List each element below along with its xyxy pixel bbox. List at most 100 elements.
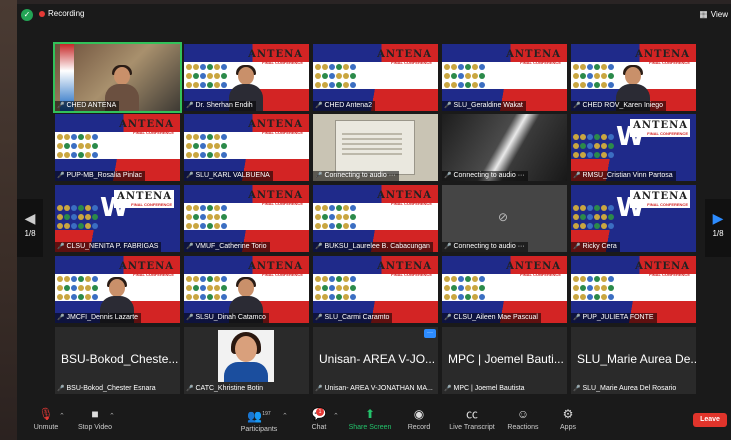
recording-indicator[interactable]: Recording [39,9,84,18]
participant-tile[interactable]: ANTENA FINAL CONFERENCE 🎤 SLU_Geraldine Wak… [442,44,567,111]
microphone-muted-icon: 🎤 [315,103,323,109]
participant-name-label: 🎤 Dr. Sherhan Endih [184,101,256,111]
live-transcript-button[interactable]: ㏄ Live Transcript [445,406,499,431]
microphone-muted-icon: 🎤 [573,315,581,321]
participant-name-label: 🎤 Connecting to audio ··· [313,171,399,181]
participant-tile[interactable]: ANTENA FINAL CONFERENCE 🎤 PUP-MB_Rosalia Pi… [55,114,180,181]
microphone-muted-icon: 🎤 [444,103,452,109]
participant-name-label: 🎤 Ricky Cera [571,242,620,252]
chat-options-chevron-icon[interactable]: ⌃ [333,412,339,420]
participants-button[interactable]: 👥197 Participants [239,406,279,433]
participant-tile[interactable]: BSU-Bokod_Cheste... 🎤 BSU-Bokod_Chester Es… [55,327,180,394]
participant-tile[interactable]: ANTENA FINAL CONFERENCE 🎤 SLU_Carmi Caramto [313,256,438,323]
chevron-left-icon: ◀ [24,210,36,226]
participant-tile[interactable]: ANTENA FINAL CONFERENCE 🎤 PUP_JULIETA FONTE [571,256,696,323]
record-label: Record [407,424,431,431]
microphone-muted-icon: 🎤 [186,315,194,321]
microphone-muted-icon: 🎤 [186,173,194,179]
slide-title: ANTENA FINAL CONFERENCE [248,49,303,65]
participant-tile[interactable]: SLU_Marie Aurea De... 🎤 SLU_Marie Aurea De… [571,327,696,394]
background-room [0,0,17,440]
participant-name-label: 🎤 SLU_Marie Aurea Del Rosario [573,385,677,392]
slide-title: ANTENA FINAL CONFERENCE [114,190,174,208]
participant-name-label: 🎤 CLSU_NENITA P. FABRIGAS [55,242,162,252]
previous-page-button[interactable]: ◀ 1/8 [17,199,43,257]
participant-name-label: 🎤 PUP-MB_Rosalia Pinlac [55,171,145,181]
microphone-muted-icon: 🎤 [57,386,65,392]
participant-tile[interactable]: ⊘ 🎤 Connecting to audio ··· [442,185,567,252]
participant-tile[interactable]: MPC | Joemel Bauti... 🎤 MPC | Joemel Bauti… [442,327,567,394]
participant-tile[interactable]: W ANTENA FINAL CONFERENCE 🎤 Ricky Cera [571,185,696,252]
live-transcript-label: Live Transcript [449,424,495,431]
zoom-meeting: ✓ Recording ▦ View ◀ 1/8 ▶ 1/8 🎤 CHED ANT… [17,4,731,440]
microphone-muted-icon: 🎤 [186,244,194,250]
participant-tile[interactable]: ANTENA FINAL CONFERENCE 🎤 Dr. Sherhan Endih [184,44,309,111]
microphone-muted-icon: 🎤 [444,315,452,321]
participant-display-name: MPC | Joemel Bauti... [448,352,564,366]
participant-tile[interactable]: 🎤 Connecting to audio ··· [442,114,567,181]
participant-name-label: 🎤 CLSU_Aileen Mae Pascual [442,313,541,323]
apps-button[interactable]: ⚙ Apps [555,406,581,431]
participant-tile[interactable]: ANTENA FINAL CONFERENCE 🎤 JMCFI_Dennis Laza… [55,256,180,323]
share-screen-button[interactable]: ⬆ Share Screen [347,406,393,431]
record-icon: ◉ [413,407,425,421]
participant-tile[interactable]: W ANTENA FINAL CONFERENCE 🎤 CLSU_NENITA P. F… [55,185,180,252]
audio-options-chevron-icon[interactable]: ⌃ [59,412,65,420]
participant-name-label: 🎤 SLU_KARL VALBUENA [184,171,273,181]
slide-title: ANTENA FINAL CONFERENCE [248,119,303,135]
reactions-button[interactable]: ☺ Reactions [505,406,541,431]
microphone-muted-icon: 🎤 [444,386,452,392]
microphone-muted-icon: 🎤 [573,173,581,179]
participant-tile[interactable]: ANTENA FINAL CONFERENCE 🎤 VMUF_Catherine To… [184,185,309,252]
participant-tile[interactable]: W ANTENA FINAL CONFERENCE 🎤 RMSU_Cristian Vi… [571,114,696,181]
microphone-muted-icon: 🎤 [315,386,323,392]
participant-display-name: BSU-Bokod_Cheste... [61,352,179,366]
microphone-muted-icon: 🎤 [57,315,65,321]
video-options-chevron-icon[interactable]: ⌃ [109,412,115,420]
unmute-button[interactable]: 🎙 Unmute [31,406,61,431]
participant-tile[interactable]: ANTENA FINAL CONFERENCE 🎤 CLSU_Aileen Mae P… [442,256,567,323]
participant-name-label: 🎤 SLU_Carmi Caramto [313,313,393,323]
shield-check-icon[interactable]: ✓ [21,9,33,21]
participant-tile[interactable]: 🎤 CHED ANTENA [53,42,182,113]
profile-photo [218,330,274,382]
zoom-window: ✓ Recording ▦ View ◀ 1/8 ▶ 1/8 🎤 CHED ANT… [0,0,731,440]
participant-name-label: 🎤 SLSU_Dinah Catamco [184,313,269,323]
leave-button[interactable]: Leave [693,413,727,427]
participant-tile[interactable]: 🎤 Connecting to audio ··· [313,114,438,181]
record-button[interactable]: ◉ Record [405,406,433,431]
participant-name-label: 🎤 Unisan- AREA V-JONATHAN MA... [315,385,433,392]
more-options-icon[interactable]: ··· [424,329,436,338]
slide-title: ANTENA FINAL CONFERENCE [377,49,432,65]
participant-display-name: SLU_Marie Aurea De... [577,352,696,366]
microphone-muted-icon: 🎤 [573,244,581,250]
apps-label: Apps [560,424,576,431]
slide-title: ANTENA FINAL CONFERENCE [635,261,690,277]
view-button[interactable]: ▦ View [699,9,728,20]
participant-name-label: 🎤 Connecting to audio ··· [442,242,528,252]
microphone-muted-icon: 🎤 [57,244,65,250]
participant-tile[interactable]: Unisan- AREA V-JO... 🎤 Unisan- AREA V-JONA… [313,327,438,394]
stop-video-label: Stop Video [77,424,113,431]
microphone-muted-icon: 🎤 [315,173,323,179]
participant-tile[interactable]: 🎤 CATC_Khristine Botin [184,327,309,394]
grid-icon: ▦ [699,9,708,19]
closed-caption-icon: ㏄ [465,407,478,421]
participant-tile[interactable]: ANTENA FINAL CONFERENCE 🎤 CHED Antena2 [313,44,438,111]
participant-tile[interactable]: ANTENA FINAL CONFERENCE 🎤 SLSU_Dinah Catamc… [184,256,309,323]
participants-options-chevron-icon[interactable]: ⌃ [282,412,288,420]
share-screen-label: Share Screen [348,424,392,431]
chat-button[interactable]: 💬 1 Chat [307,406,331,431]
chevron-right-icon: ▶ [712,210,724,226]
participant-tile[interactable]: ANTENA FINAL CONFERENCE 🎤 SLU_KARL VALBUENA [184,114,309,181]
participant-count: 197 [262,411,271,417]
chat-label: Chat [311,424,327,431]
participants-label: Participants [240,426,278,433]
unmute-label: Unmute [33,424,59,431]
participant-display-name: Unisan- AREA V-JO... [319,352,436,366]
participant-tile[interactable]: ANTENA FINAL CONFERENCE 🎤 CHED ROV_Karen In… [571,44,696,111]
participant-name-label: 🎤 CHED Antena2 [313,101,375,111]
participant-tile[interactable]: ANTENA FINAL CONFERENCE 🎤 BUKSU_Laurelee B.… [313,185,438,252]
slide-title: ANTENA FINAL CONFERENCE [119,261,174,277]
next-page-button[interactable]: ▶ 1/8 [705,199,731,257]
